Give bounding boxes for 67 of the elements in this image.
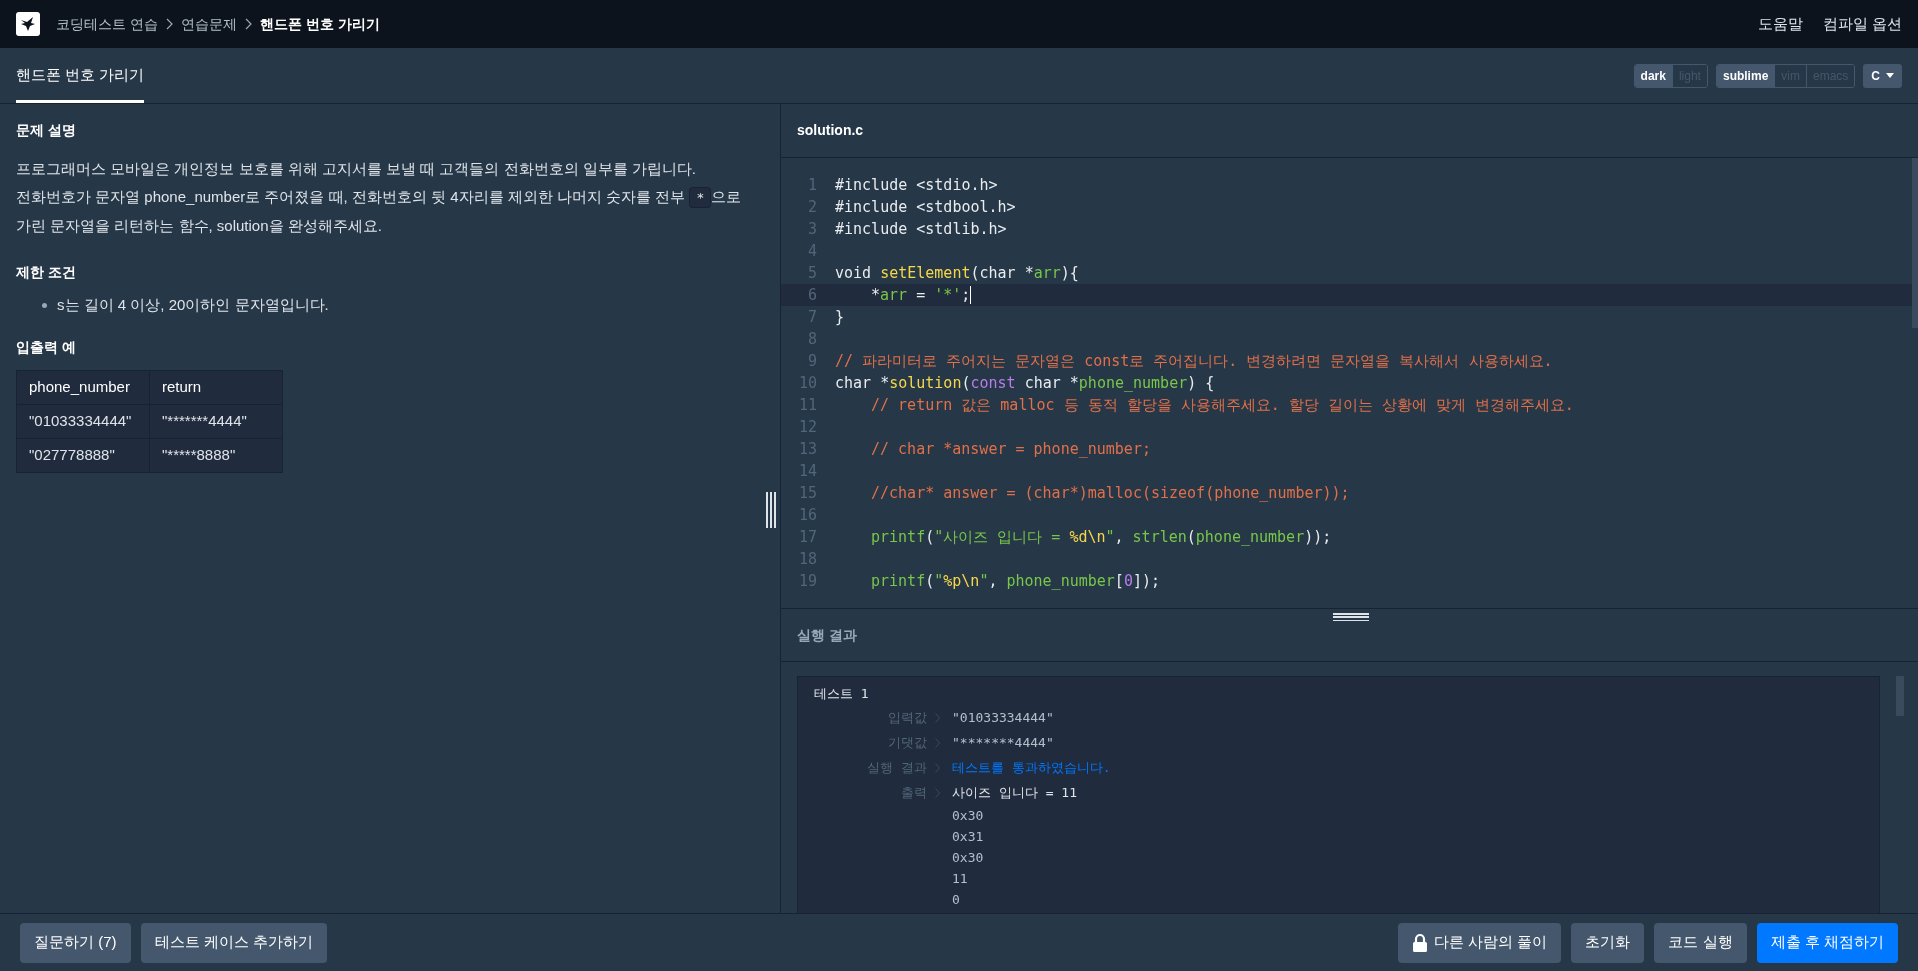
code-line: char *solution(const char *phone_number) { (834, 372, 1215, 394)
result-label: 출력 (901, 784, 927, 802)
action-button[interactable]: 다른 사람의 풀이 (1398, 922, 1562, 963)
column-header: return (149, 370, 283, 405)
code-line: #include <stdbool.h> (834, 196, 1016, 218)
output-line: 0 (952, 891, 961, 909)
menu-link[interactable]: 컴파일 옵션 (1822, 12, 1902, 36)
code-line: // 파라미터로 주어지는 문자열은 const로 주어집니다. 변경하려면 문자열을 복사해서 사용하세요. (834, 350, 1553, 372)
table-cell: "01033334444" (16, 404, 150, 439)
logo-icon[interactable] (16, 12, 40, 36)
column-header: phone_number (16, 370, 150, 405)
action-button[interactable]: 질문하기 (7) (20, 922, 131, 963)
result-value: "*******4444" (952, 734, 1054, 752)
section-heading: 제한 조건 (16, 263, 77, 282)
action-button[interactable]: 코드 실행 (1654, 922, 1747, 963)
chevron-icon (244, 18, 252, 30)
breadcrumb-link[interactable]: 코딩테스트 연습 (56, 13, 158, 35)
bullet-icon (42, 302, 47, 308)
lock-icon (1412, 932, 1429, 953)
toggle-option[interactable]: sublime (1716, 64, 1775, 87)
action-button[interactable]: 테스트 케이스 추가하기 (140, 922, 327, 963)
panel-heading: 실행 결과 (797, 625, 857, 645)
section-heading: 문제 설명 (16, 121, 77, 140)
result-value: 테스트를 통과하였습니다. (952, 759, 1111, 777)
resize-handle[interactable] (766, 492, 776, 528)
result-value: "01033334444" (952, 709, 1054, 727)
code-line: printf("사이즈 입니다 = %d\n", strlen(phone_number)); (870, 526, 1332, 548)
language-dropdown[interactable]: C (1863, 63, 1902, 88)
code-line: //char* answer = (char*)malloc(sizeof(phone_number)); (870, 482, 1350, 504)
result-label: 실행 결과 (867, 759, 927, 777)
table-cell: "*****8888" (149, 438, 283, 473)
output-line: 0x30 (952, 807, 985, 825)
output-line: 사이즈 입니다 = 11 (952, 784, 1077, 802)
code-line: void setElement(char *arr){ (834, 262, 1079, 284)
text-cursor (970, 286, 972, 304)
description-text: 전화번호가 문자열 phone_number로 주어졌을 때, 전화번호의 뒷 4자리를 제외한 나머지 숫자를 전부 * 으로 가린 문자열을 리턴하는 함수, solution을 완성해주세요. (16, 186, 743, 236)
code-line: #include <stdio.h> (834, 174, 998, 196)
tab[interactable]: 핸드폰 번호 가리기 (16, 47, 145, 103)
caret-icon (1886, 73, 1894, 78)
file-name: solution.c (797, 121, 864, 140)
resize-handle[interactable] (1333, 613, 1369, 621)
output-line: 11 (952, 870, 969, 888)
toggle-option[interactable]: dark (1634, 64, 1672, 87)
output-line: 0x30 (952, 849, 985, 867)
output-line: 0x31 (952, 828, 985, 846)
breadcrumb-link[interactable]: 연습문제 (180, 13, 237, 35)
table-cell: "*******4444" (149, 404, 283, 439)
result-label: 입력값 (888, 709, 927, 727)
line-number: 6 (806, 284, 818, 306)
table-cell: "027778888" (16, 438, 150, 473)
code-line: #include <stdlib.h> (834, 218, 1007, 240)
result-label: 기댓값 (888, 734, 927, 752)
code-line: // return 값은 malloc 등 동적 할당을 사용해주세요. 할당 길이는 상황에 맞게 변경해주세요. (870, 394, 1574, 416)
action-button[interactable]: 제출 후 채점하기 (1756, 922, 1898, 963)
breadcrumb-link[interactable]: 핸드폰 번호 가리기 (259, 13, 380, 35)
menu-link[interactable]: 도움말 (1757, 12, 1803, 36)
code-line: printf("%p\n", phone_number[0]); (870, 570, 1160, 592)
chevron-icon (165, 18, 173, 30)
code-line: *arr = '*'; (870, 284, 971, 306)
test-title: 테스트 1 (814, 685, 870, 704)
section-heading: 입출력 예 (16, 338, 77, 357)
action-button[interactable]: 초기화 (1571, 922, 1645, 963)
description-text: 프로그래머스 모바일은 개인정보 보호를 위해 고지서를 보낼 때 고객들의 전화번호의 일부를 가립니다. (16, 159, 697, 179)
constraint-text: s는 길이 4 이상, 20이하인 문자열입니다. (57, 295, 329, 315)
code-line: } (834, 306, 845, 328)
code-line: // char *answer = phone_number; (870, 438, 1151, 460)
scrollbar[interactable] (1912, 158, 1918, 328)
